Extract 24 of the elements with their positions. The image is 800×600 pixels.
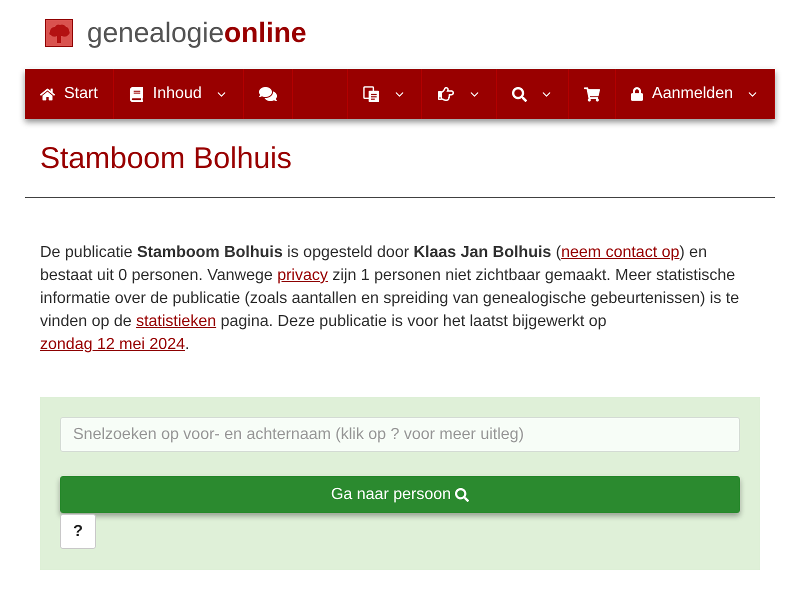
tree-logo-icon	[45, 18, 73, 46]
pointing-hand-icon	[437, 86, 456, 102]
text-link[interactable]: neem contact op	[561, 244, 680, 261]
search-icon	[455, 488, 470, 502]
search-field[interactable]: Snelzoeken op voor- en achternaam (klik op ? voor meer uitleg)	[60, 417, 740, 452]
cart-icon	[584, 86, 600, 102]
home-icon	[40, 86, 55, 102]
home-nav-link[interactable]: Start	[25, 69, 114, 119]
language-menu-button[interactable]	[347, 69, 422, 119]
text-link[interactable]: zondag 12 mei 2024	[40, 336, 185, 353]
overlapping-pages-icon	[363, 86, 380, 102]
search-icon	[512, 86, 528, 102]
page-title: Stamboom Bolhuis	[39, 141, 293, 177]
comments-icon	[258, 86, 277, 102]
book-icon	[128, 86, 144, 102]
text-link[interactable]: privacy	[277, 267, 328, 284]
intro-paragraph: De publicatie Stamboom Bolhuis is opgesteld door Klaas Jan Bolhuis (neem contact op) en bestaat uit 0 personen. Vanwege privacy zijn 1 personen niet zichtbaar gemaakt. Meer statistische informatie over de publicatie (zoals aantallen en spreiding van genealogische gebeurtenissen) is te vinden op de statistieken pagina. Deze publicatie is voor het laatst bijgewerkt op zondag 12 mei 2024.	[39, 243, 740, 355]
help-button[interactable]: ?	[60, 514, 96, 549]
text-link[interactable]: statistieken	[136, 313, 216, 330]
lock-icon	[631, 87, 644, 101]
go-to-person-button[interactable]: Ga naar persoon	[60, 476, 740, 513]
content-menu-button[interactable]: Inhoud	[114, 69, 244, 119]
site-logo-text[interactable]: genealogieonline	[87, 18, 306, 46]
login-menu-button[interactable]: Aanmelden	[616, 69, 775, 119]
